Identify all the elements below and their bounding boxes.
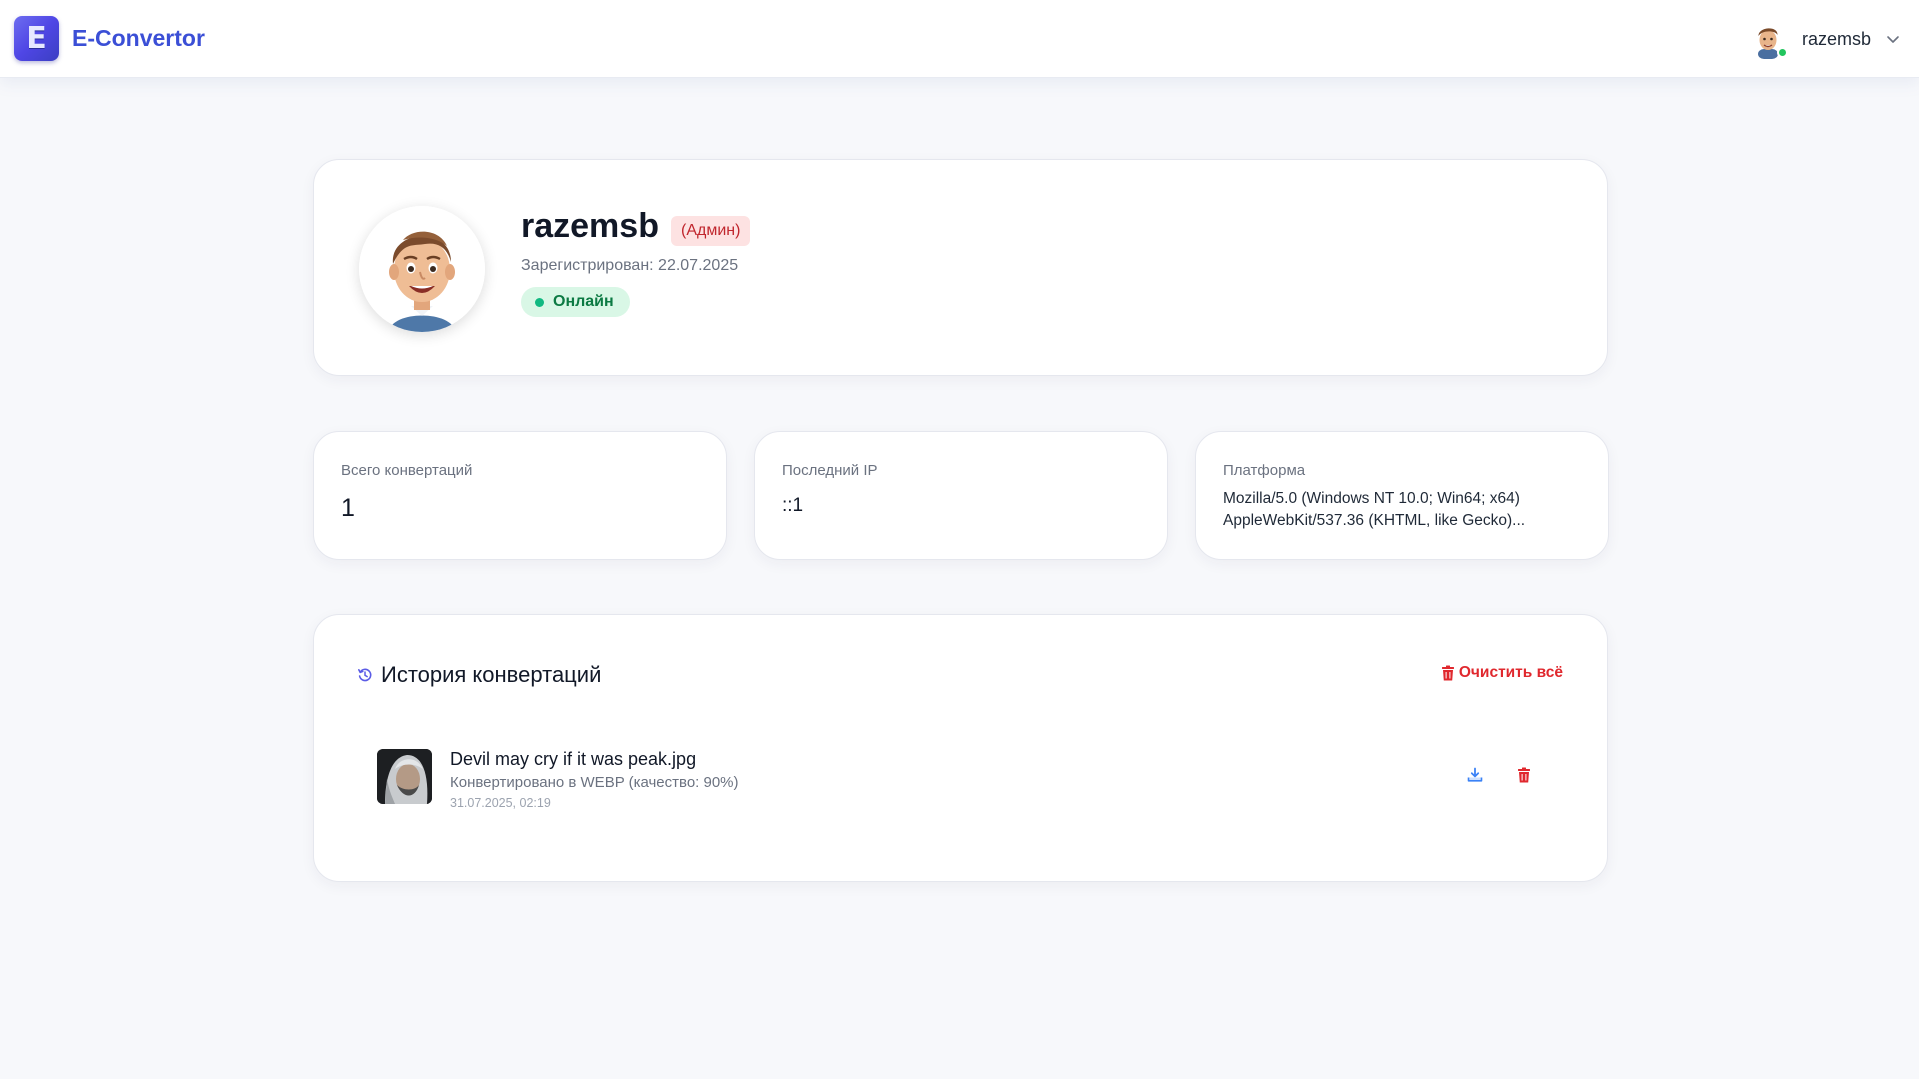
profile-card: razemsb (Админ) Зарегистрирован: 22.07.2… [313, 159, 1608, 376]
role-badge: (Админ) [671, 216, 751, 246]
logo-letter: E [26, 21, 47, 56]
history-description: Конвертировано в WEBP (качество: 90%) [450, 774, 739, 791]
delete-icon[interactable] [1517, 767, 1531, 783]
stat-value: Mozilla/5.0 (Windows NT 10.0; Win64; x64… [1223, 490, 1526, 529]
file-thumbnail [377, 749, 432, 804]
user-menu-button[interactable]: razemsb [1747, 17, 1901, 61]
history-file-name: Devil may cry if it was peak.jpg [450, 749, 697, 769]
trash-icon [1441, 665, 1454, 681]
stat-value: 1 [341, 494, 355, 522]
download-icon[interactable] [1467, 767, 1483, 783]
history-header: История конвертаций [357, 662, 601, 688]
online-indicator [1776, 47, 1788, 58]
clear-all-label: Очистить всё [1458, 664, 1563, 681]
stat-card-last-ip: Последний IP ::1 [754, 431, 1168, 560]
app-logo[interactable]: E [14, 16, 59, 61]
stat-card-platform: Платформа Mozilla/5.0 (Windows NT 10.0; … [1195, 431, 1609, 560]
profile-name: razemsb [521, 207, 659, 245]
stat-label: Последний IP [782, 462, 878, 479]
stat-label: Всего конвертаций [341, 462, 473, 479]
clear-all-button[interactable]: Очистить всё [1441, 664, 1563, 682]
history-title: История конвертаций [381, 662, 602, 687]
brand-name[interactable]: E-Convertor [72, 25, 205, 52]
top-navbar: E E-Convertor razemsb [0, 0, 1919, 78]
status-dot-icon [535, 297, 544, 307]
status-label: Онлайн [553, 293, 614, 310]
history-date: 31.07.2025, 02:19 [450, 796, 551, 810]
stat-label: Платформа [1223, 462, 1306, 479]
profile-avatar [359, 206, 485, 332]
history-item: Devil may cry if it was peak.jpg Конверт… [377, 749, 1547, 810]
registration-date: Зарегистрирован: 22.07.2025 [521, 257, 739, 274]
header-username: razemsb [1801, 28, 1871, 49]
chevron-down-icon [1887, 36, 1899, 43]
history-icon [358, 668, 372, 682]
history-card: История конвертаций Очистить всё Devil m… [313, 614, 1608, 882]
status-badge: Онлайн [521, 287, 630, 317]
stat-value: ::1 [782, 495, 804, 516]
user-avatar [1747, 19, 1788, 59]
stat-card-total-conversions: Всего конвертаций 1 [313, 431, 727, 560]
